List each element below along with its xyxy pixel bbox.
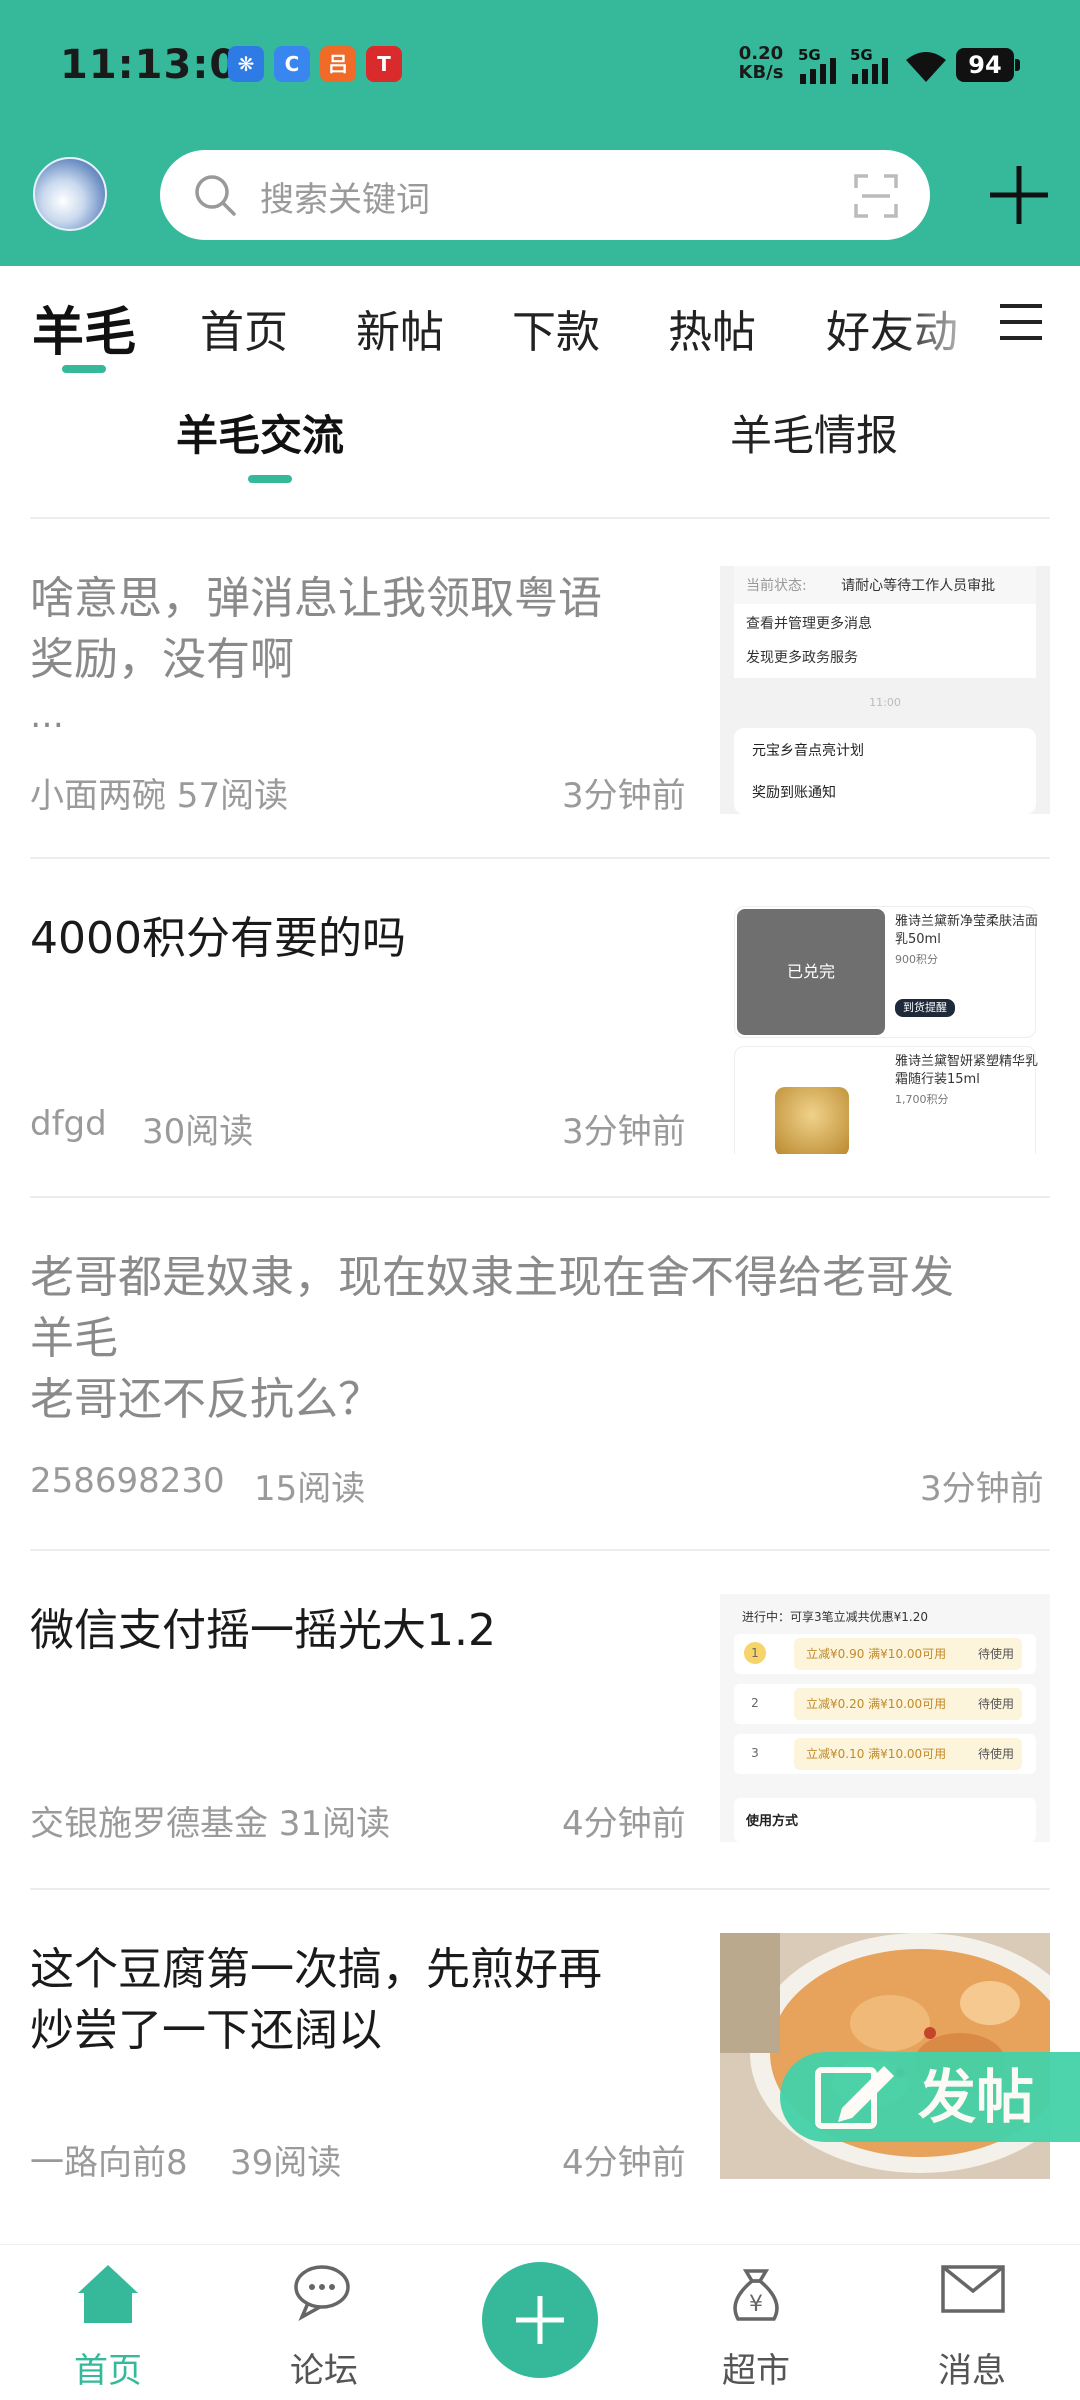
tabs-fade: [900, 286, 990, 366]
post-reads: 30阅读: [142, 1112, 254, 1152]
post-time: 3分钟前: [562, 776, 686, 816]
post-title-line: 炒尝了一下还阔以: [30, 2005, 382, 2056]
post-thumbnail: 进行中：可享3笔立减共优惠¥1.20 1 立减¥0.90 满¥10.00可用 待…: [720, 1594, 1050, 1842]
post-title-line: 奖励，没有啊: [30, 634, 294, 685]
search-icon: [195, 175, 236, 216]
post-meta: 交银施罗德基金 31阅读: [30, 1804, 391, 1844]
post-title-line: 老哥还不反抗么？: [30, 1374, 382, 1425]
post-title-line: …: [30, 696, 64, 736]
post-item[interactable]: 老哥都是奴隶，现在奴隶主现在舍不得给老哥发 羊毛 老哥还不反抗么？ 258698…: [0, 1197, 1080, 1550]
money-bag-icon: ¥: [733, 2269, 779, 2321]
top-header: 11:13:02 ❋ C 吕 T 0.20 KB/s 5G 5G 94 搜索关键…: [0, 0, 1080, 266]
app-screen: 11:13:02 ❋ C 吕 T 0.20 KB/s 5G 5G 94 搜索关键…: [0, 0, 1080, 2400]
wifi-icon: [906, 52, 946, 82]
post-title-line: 微信支付摇一摇光大1.2: [30, 1605, 496, 1656]
subtab-indicator: [248, 475, 292, 483]
main-tabs: 羊毛 首页 新帖 下款 热帖 好友动: [0, 266, 1080, 376]
signal-5g-icon-1: 5G: [798, 46, 836, 84]
app-icon-c: C: [274, 46, 310, 82]
post-thumbnail: 当前状态: 请耐心等待工作人员审批 查看并管理更多消息 发现更多政务服务 11:…: [720, 566, 1050, 814]
post-time: 3分钟前: [920, 1469, 1044, 1509]
menu-icon[interactable]: [1000, 300, 1042, 344]
center-add-button[interactable]: [482, 2262, 598, 2378]
nav-messages[interactable]: 消息: [902, 2245, 1042, 2400]
tab-home[interactable]: 首页: [200, 296, 288, 360]
create-post-button[interactable]: 发帖: [780, 2052, 1080, 2142]
mail-icon: [941, 2265, 1005, 2313]
subtab-wool-exchange[interactable]: 羊毛交流: [176, 402, 344, 463]
post-title-line: 啥意思，弹消息让我领取粤语: [30, 573, 602, 624]
product-jar-image: [775, 1087, 849, 1154]
create-post-label: 发帖: [918, 2063, 1035, 2131]
post-item[interactable]: 微信支付摇一摇光大1.2 交银施罗德基金 31阅读 4分钟前 进行中：可享3笔立…: [0, 1550, 1080, 1888]
post-thumbnail: 已兑完 雅诗兰黛新净莹柔肤洁面乳50ml 900积分 到货提醒 雅诗兰黛智妍紧塑…: [720, 906, 1050, 1154]
tab-loans[interactable]: 下款: [512, 296, 600, 360]
app-icon-blue: ❋: [228, 46, 264, 82]
status-bar: 11:13:02 ❋ C 吕 T 0.20 KB/s 5G 5G 94: [0, 0, 1080, 130]
avatar[interactable]: [33, 157, 107, 231]
tab-hot[interactable]: 热帖: [668, 296, 756, 360]
signal-5g-icon-2: 5G: [850, 46, 888, 84]
post-item[interactable]: 啥意思，弹消息让我领取粤语 奖励，没有啊 … 小面两碗 57阅读 3分钟前 当前…: [0, 518, 1080, 858]
search-placeholder: 搜索关键词: [260, 180, 430, 220]
post-time: 4分钟前: [562, 2143, 686, 2183]
app-icon-orange: 吕: [320, 46, 356, 82]
post-title-line: 4000积分有要的吗: [30, 913, 406, 964]
post-title-line: 羊毛: [30, 1313, 118, 1364]
edit-icon: [815, 2066, 894, 2129]
post-author: 258698230: [30, 1461, 225, 1501]
nav-forum[interactable]: 论坛: [254, 2245, 394, 2400]
tab-wool[interactable]: 羊毛: [32, 290, 136, 365]
tab-indicator: [62, 365, 106, 373]
svg-text:5G: 5G: [798, 46, 821, 64]
post-meta: 小面两碗 57阅读: [30, 776, 289, 816]
search-bar[interactable]: 搜索关键词: [160, 150, 930, 240]
add-icon[interactable]: [988, 164, 1050, 226]
subtab-wool-intel[interactable]: 羊毛情报: [730, 402, 898, 463]
svg-text:5G: 5G: [850, 46, 873, 64]
post-title-line: 老哥都是奴隶，现在奴隶主现在舍不得给老哥发: [30, 1252, 954, 1303]
nav-home[interactable]: 首页: [38, 2245, 178, 2400]
svg-text:¥: ¥: [749, 2292, 763, 2317]
home-icon: [78, 2265, 138, 2323]
battery-indicator: 94: [956, 48, 1020, 82]
post-author: 一路向前8: [30, 2143, 188, 2183]
post-item[interactable]: 4000积分有要的吗 dfgd 30阅读 3分钟前 已兑完 雅诗兰黛新净莹柔肤洁…: [0, 858, 1080, 1196]
net-speed: 0.20 KB/s: [738, 43, 784, 83]
chat-bubble-icon: [294, 2265, 350, 2321]
post-reads: 15阅读: [254, 1469, 366, 1509]
plus-icon: [516, 2296, 564, 2344]
post-title-line: 这个豆腐第一次搞，先煎好再: [30, 1944, 602, 1995]
app-icon-red: T: [366, 46, 402, 82]
tab-new[interactable]: 新帖: [356, 296, 444, 360]
post-author: dfgd: [30, 1104, 107, 1144]
post-reads: 39阅读: [230, 2143, 342, 2183]
post-time: 4分钟前: [562, 1804, 686, 1844]
nav-market[interactable]: ¥ 超市: [686, 2245, 826, 2400]
scan-icon[interactable]: [854, 174, 898, 218]
post-time: 3分钟前: [562, 1112, 686, 1152]
